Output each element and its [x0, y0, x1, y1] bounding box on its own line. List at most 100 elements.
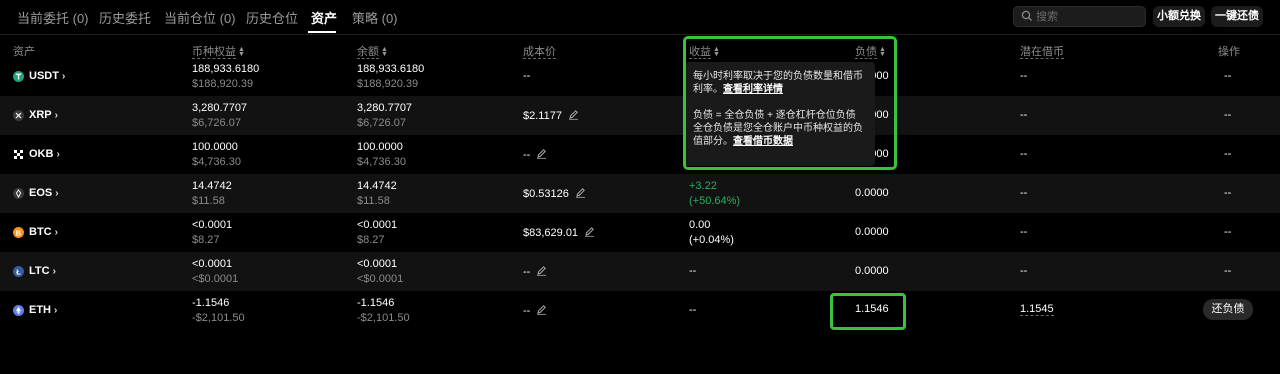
- active-tab-indicator: [308, 31, 336, 33]
- equity-usd: $6,726.07: [192, 117, 241, 129]
- table-row: OKB › 100.0000 $4,736.30 100.0000 $4,736.…: [0, 135, 1280, 174]
- asset-link-eos[interactable]: EOS ›: [13, 187, 59, 199]
- sort-icon[interactable]: ▲ ▼: [713, 46, 720, 58]
- balance-usd: $11.58: [357, 195, 390, 207]
- tab-strategies[interactable]: 策略 (0): [352, 8, 398, 27]
- edit-icon[interactable]: [575, 187, 586, 198]
- borrow-data-link[interactable]: 查看借币数据: [733, 136, 793, 147]
- asset-link-okb[interactable]: OKB ›: [13, 148, 60, 160]
- liability-tooltip: 每小时利率取决于您的负债数量和借币利率。查看利率详情 负债 = 全仓负债 + 逐…: [685, 62, 875, 166]
- edit-icon[interactable]: [568, 109, 579, 120]
- tab-open-orders[interactable]: 当前委托 (0): [17, 8, 89, 27]
- tooltip-formula: 负债 = 全仓负债 + 逐仓杠杆仓位负债: [693, 110, 856, 121]
- tab-assets[interactable]: 资产: [311, 8, 337, 27]
- action-value: --: [1224, 265, 1232, 277]
- table-row: Ł LTC › <0.0001 <$0.0001 <0.0001 <$0.0001…: [0, 252, 1280, 291]
- potential-borrow-value[interactable]: 1.1545: [1020, 303, 1054, 316]
- cost-cell: $0.53126: [523, 187, 586, 200]
- action-value: --: [1224, 187, 1232, 199]
- repay-button[interactable]: 还负债: [1203, 299, 1253, 320]
- equity-usd: <$0.0001: [192, 273, 239, 285]
- cost-value: $0.53126: [523, 188, 569, 200]
- balance-usd: <$0.0001: [357, 273, 404, 285]
- equity-value: 188,933.6180: [192, 63, 260, 75]
- pnl-percent: (+50.64%): [689, 195, 741, 207]
- liability-value: 0.0000: [855, 226, 889, 238]
- table-row: EOS › 14.4742 $11.58 14.4742 $11.58 $0.53…: [0, 174, 1280, 213]
- table-row: B BTC › <0.0001 $8.27 <0.0001 $8.27 $83,6…: [0, 213, 1280, 252]
- tab-positions[interactable]: 当前仓位 (0): [164, 8, 236, 27]
- pnl-value: --: [689, 265, 697, 277]
- pnl-value: +3.22: [689, 180, 717, 192]
- header-divider: [0, 34, 1280, 35]
- small-convert-button[interactable]: 小额兑换: [1153, 6, 1205, 27]
- liability-value: 1.1546: [855, 303, 889, 315]
- search-input[interactable]: [1036, 9, 1141, 25]
- equity-usd: -$2,101.50: [192, 312, 245, 324]
- potential-value: --: [1020, 265, 1028, 277]
- cost-cell: $2.1177: [523, 109, 579, 122]
- balance-usd: $188,920.39: [357, 78, 419, 90]
- cost-value: $83,629.01: [523, 227, 579, 239]
- cost-cell: --: [523, 148, 547, 161]
- tab-position-history[interactable]: 历史仓位: [246, 8, 298, 27]
- balance-value: 188,933.6180: [357, 63, 425, 75]
- pnl-value: 0.00: [689, 219, 711, 231]
- edit-icon[interactable]: [536, 148, 547, 159]
- potential-value: --: [1020, 187, 1028, 199]
- svg-text:B: B: [16, 228, 22, 237]
- cost-cell: --: [523, 304, 547, 317]
- edit-icon[interactable]: [536, 304, 547, 315]
- equity-usd: $11.58: [192, 195, 225, 207]
- asset-link-btc[interactable]: B BTC ›: [13, 226, 58, 238]
- asset-link-ltc[interactable]: Ł LTC ›: [13, 265, 56, 277]
- sort-icon[interactable]: ▲ ▼: [238, 46, 245, 58]
- ethereum-icon: [13, 304, 24, 316]
- equity-value: 14.4742: [192, 180, 232, 192]
- balance-usd: $8.27: [357, 234, 385, 246]
- potential-value: --: [1020, 109, 1028, 121]
- sort-icon[interactable]: ▲ ▼: [879, 46, 886, 58]
- equity-value: 100.0000: [192, 141, 238, 153]
- cost-value: --: [523, 149, 531, 161]
- search-icon: [1021, 10, 1033, 22]
- tab-order-history[interactable]: 历史委托: [99, 8, 151, 27]
- top-bar: 当前委托 (0) 历史委托 当前仓位 (0) 历史仓位 资产 策略 (0) 小额…: [0, 0, 1280, 34]
- action-value: --: [1224, 70, 1232, 82]
- edit-icon[interactable]: [536, 265, 547, 276]
- asset-link-usdt[interactable]: USDT ›: [13, 70, 65, 82]
- equity-value: <0.0001: [192, 219, 233, 231]
- cost-cell: $83,629.01: [523, 226, 595, 239]
- repay-all-button[interactable]: 一键还债: [1211, 6, 1263, 27]
- sort-icon[interactable]: ▲ ▼: [381, 46, 388, 58]
- potential-value: --: [1020, 148, 1028, 160]
- search-box[interactable]: [1013, 6, 1146, 27]
- cost-value: --: [523, 266, 531, 278]
- cost-value: --: [523, 70, 531, 82]
- equity-value: <0.0001: [192, 258, 233, 270]
- equity-value: 3,280.7707: [192, 102, 248, 114]
- edit-icon[interactable]: [584, 226, 595, 237]
- balance-value: 3,280.7707: [357, 102, 413, 114]
- cost-value: $2.1177: [523, 110, 562, 122]
- balance-value: <0.0001: [357, 219, 398, 231]
- equity-usd: $8.27: [192, 234, 220, 246]
- liability-value: 0.0000: [855, 187, 889, 199]
- liability-value: 0.0000: [855, 265, 889, 277]
- bitcoin-icon: B: [13, 226, 24, 238]
- balance-value: 100.0000: [357, 141, 403, 153]
- action-value: --: [1224, 109, 1232, 121]
- balance-value: 14.4742: [357, 180, 397, 192]
- potential-value: --: [1020, 70, 1028, 82]
- rate-details-link[interactable]: 查看利率详情: [723, 84, 783, 95]
- asset-link-xrp[interactable]: XRP ›: [13, 109, 58, 121]
- table-row: XRP › 3,280.7707 $6,726.07 3,280.7707 $6,…: [0, 96, 1280, 135]
- asset-link-eth[interactable]: ETH ›: [13, 304, 57, 316]
- eos-icon: [13, 187, 24, 199]
- balance-usd: $4,736.30: [357, 156, 406, 168]
- cost-value: --: [523, 305, 531, 317]
- table-row: USDT › 188,933.6180 $188,920.39 188,933.6…: [0, 57, 1280, 96]
- okb-icon: [13, 149, 24, 160]
- svg-text:Ł: Ł: [16, 267, 21, 276]
- equity-usd: $4,736.30: [192, 156, 241, 168]
